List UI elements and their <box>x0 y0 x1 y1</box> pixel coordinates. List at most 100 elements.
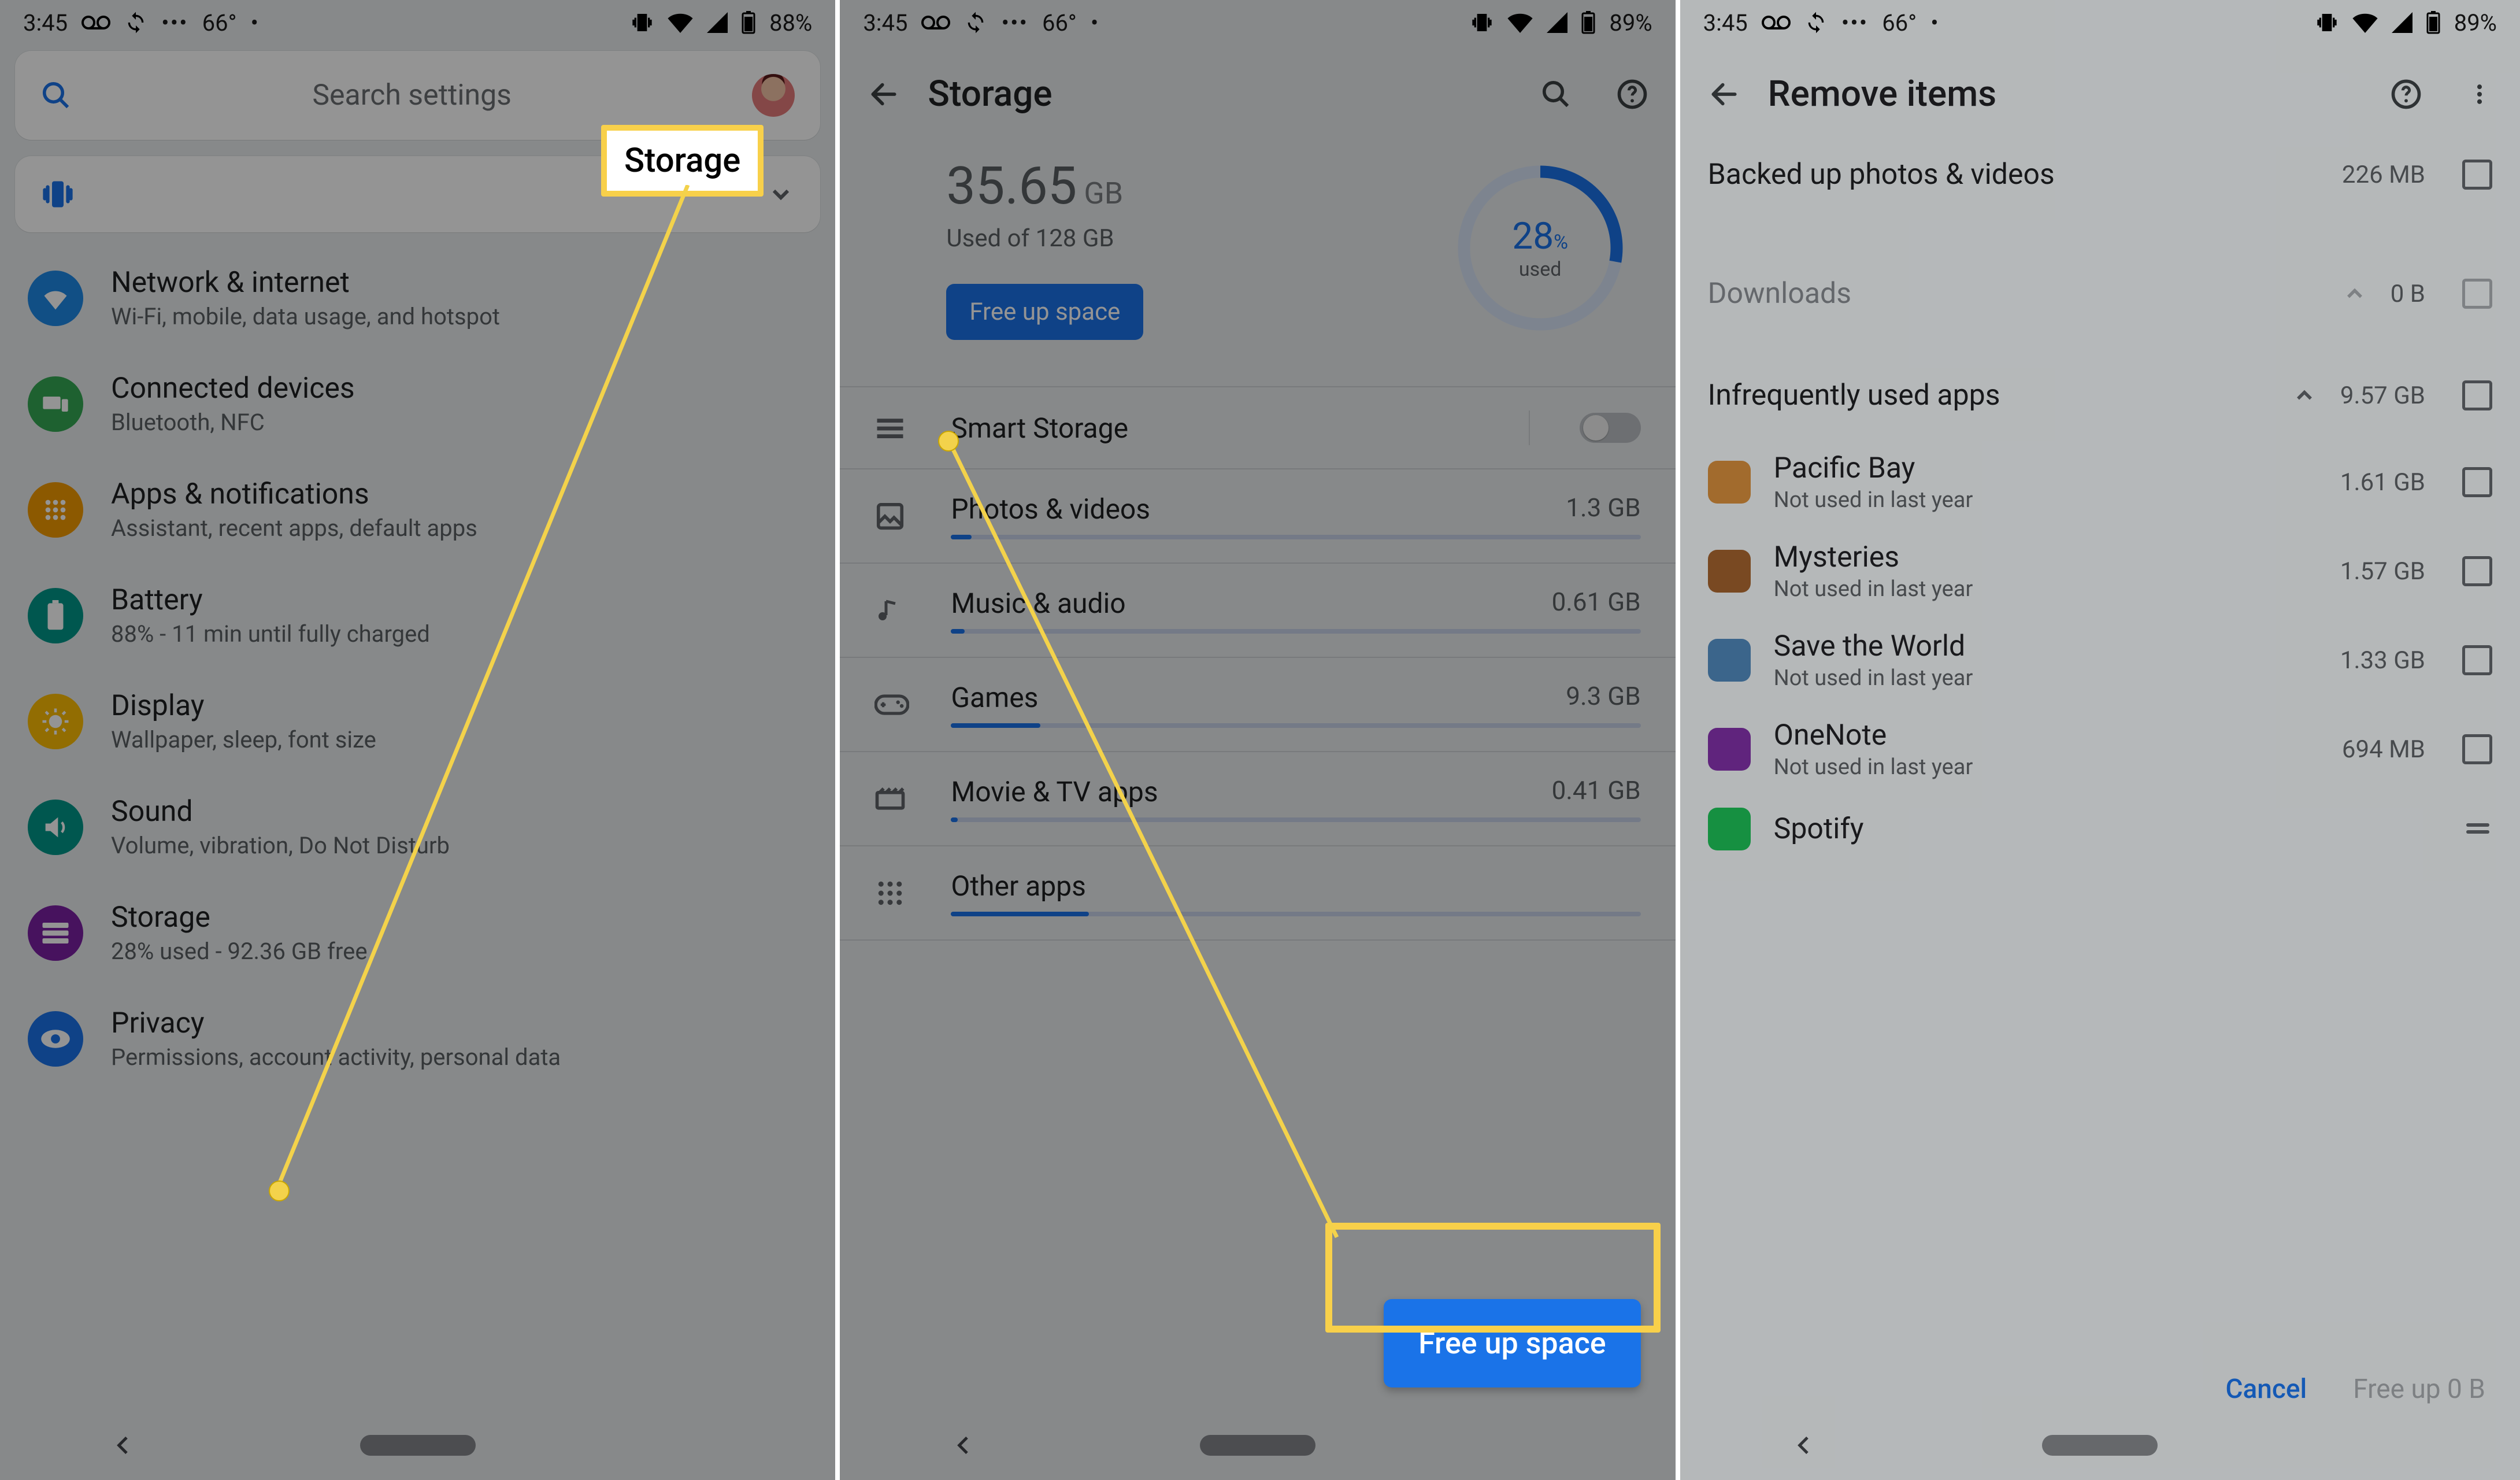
status-bar: 3:45 ••• 66° • 88% <box>0 0 835 43</box>
group-checkbox[interactable] <box>2462 160 2492 190</box>
nav-home-pill[interactable] <box>2042 1435 2158 1456</box>
settings-item-subtitle: Wi-Fi, mobile, data usage, and hotspot <box>111 303 807 330</box>
app-checkbox[interactable] <box>2462 645 2492 675</box>
cat-title: Movie & TV apps <box>951 775 1158 808</box>
battery-icon <box>1581 11 1595 34</box>
settings-item-wifi[interactable]: Network & internet Wi-Fi, mobile, data us… <box>0 245 835 351</box>
storage-cat-games[interactable]: Games9.3 GB <box>840 658 1675 752</box>
app-row[interactable]: Save the WorldNot used in last year1.33 … <box>1680 616 2520 705</box>
nav-back-icon[interactable] <box>112 1434 135 1457</box>
appbar: Storage <box>840 43 1675 132</box>
settings-item-title: Network & internet <box>111 266 807 299</box>
drag-handle-icon[interactable] <box>2463 821 2492 837</box>
help-icon[interactable] <box>1617 79 1648 110</box>
nav-home-pill[interactable] <box>360 1435 476 1456</box>
app-checkbox[interactable] <box>2462 556 2492 586</box>
remove-group[interactable]: Backed up photos & videos226 MB <box>1680 132 2520 217</box>
phone-settings: 3:45 ••• 66° • 88% <box>0 0 840 1480</box>
settings-item-apps[interactable]: Apps & notificationsAssistant, recent ap… <box>0 457 835 563</box>
wifi-icon <box>2352 12 2378 33</box>
status-time: 3:45 <box>23 9 68 36</box>
storage-cat-smart[interactable]: Smart Storage <box>840 387 1675 469</box>
group-size: 9.57 GB <box>2340 382 2425 410</box>
settings-item-storage[interactable]: Storage28% used - 92.36 GB free <box>0 880 835 986</box>
battery-icon <box>742 11 755 34</box>
app-checkbox[interactable] <box>2462 734 2492 764</box>
settings-item-title: Battery <box>111 583 807 617</box>
annotation-dot <box>269 1181 290 1201</box>
appbar-title: Remove items <box>1768 73 2363 115</box>
battery-icon <box>28 588 83 643</box>
phone-remove-items: 3:45 ••• 66° • 89% Remove items <box>1680 0 2520 1480</box>
settings-item-battery[interactable]: Battery88% - 11 min until fully charged <box>0 563 835 668</box>
settings-list: Network & internet Wi-Fi, mobile, data us… <box>0 240 835 1480</box>
apps-icon <box>28 482 83 538</box>
sync-icon <box>1804 11 1828 34</box>
app-checkbox[interactable] <box>2462 467 2492 497</box>
nav-back-icon[interactable] <box>1793 1434 1816 1457</box>
remove-apps: Pacific BayNot used in last year1.61 GBM… <box>1680 438 2520 864</box>
storage-cat-music[interactable]: Music & audio0.61 GB <box>840 564 1675 658</box>
nav-bar <box>0 1411 835 1480</box>
remove-group[interactable]: Downloads0 B <box>1680 251 2520 336</box>
back-icon[interactable] <box>868 78 900 110</box>
group-checkbox[interactable] <box>2462 380 2492 410</box>
appbar: Remove items <box>1680 43 2520 132</box>
app-row[interactable]: Spotify <box>1680 794 2520 864</box>
wifi-icon <box>1507 12 1533 33</box>
cancel-button[interactable]: Cancel <box>2225 1374 2307 1405</box>
storage-cat-other[interactable]: Other apps <box>840 846 1675 941</box>
cat-title: Music & audio <box>951 587 1125 620</box>
smart-storage-toggle[interactable] <box>1580 413 1641 443</box>
wifi-icon <box>28 271 83 326</box>
status-temp: 66° <box>1042 9 1077 36</box>
used-unit: GB <box>1084 176 1123 211</box>
settings-item-display[interactable]: DisplayWallpaper, sleep, font size <box>0 668 835 774</box>
voicemail-icon <box>921 14 950 31</box>
remove-group[interactable]: Infrequently used apps 9.57 GB <box>1680 353 2520 438</box>
storage-donut: 28% used <box>1454 161 1627 335</box>
music-icon <box>874 595 917 626</box>
status-temp: 66° <box>1882 9 1917 36</box>
storage-cat-photos[interactable]: Photos & videos1.3 GB <box>840 469 1675 564</box>
storage-cat-movie[interactable]: Movie & TV apps0.41 GB <box>840 752 1675 846</box>
other-icon <box>874 878 917 909</box>
app-row[interactable]: Pacific BayNot used in last year1.61 GB <box>1680 438 2520 527</box>
group-label: Infrequently used apps <box>1708 379 2269 412</box>
back-icon[interactable] <box>1708 78 1740 110</box>
more-icon[interactable] <box>2467 79 2492 110</box>
storage-bar <box>951 535 1640 539</box>
battery-icon <box>2426 11 2440 34</box>
status-dot: • <box>1930 9 1939 36</box>
group-checkbox[interactable] <box>2462 279 2492 309</box>
settings-item-subtitle: Assistant, recent apps, default apps <box>111 515 807 542</box>
footer-actions: Cancel Free up 0 B <box>2225 1374 2485 1405</box>
group-label: Backed up photos & videos <box>1708 158 2319 191</box>
app-row[interactable]: MysteriesNot used in last year1.57 GB <box>1680 527 2520 616</box>
group-label: Downloads <box>1708 277 2319 310</box>
settings-item-devices[interactable]: Connected devicesBluetooth, NFC <box>0 351 835 457</box>
free-up-button-disabled: Free up 0 B <box>2353 1374 2485 1405</box>
movie-icon <box>874 786 917 812</box>
settings-item-title: Privacy <box>111 1007 807 1040</box>
app-name: Save the World <box>1774 630 2317 663</box>
app-size: 1.33 GB <box>2340 646 2425 675</box>
nav-home-pill[interactable] <box>1200 1435 1315 1456</box>
app-name: Pacific Bay <box>1774 452 2317 485</box>
app-icon <box>1708 808 1751 850</box>
remove-groups: Backed up photos & videos226 MB Downloads… <box>1680 132 2520 438</box>
search-icon[interactable] <box>1540 79 1572 110</box>
settings-item-privacy[interactable]: PrivacyPermissions, account activity, pe… <box>0 986 835 1092</box>
settings-item-sound[interactable]: SoundVolume, vibration, Do Not Disturb <box>0 774 835 880</box>
chevron-up-icon <box>2342 281 2367 306</box>
free-up-space-button[interactable]: Free up space <box>946 284 1143 340</box>
help-icon[interactable] <box>2391 79 2422 110</box>
app-icon <box>1708 550 1751 593</box>
nav-back-icon[interactable] <box>953 1434 976 1457</box>
account-avatar[interactable] <box>752 74 795 117</box>
photos-icon <box>874 501 917 532</box>
settings-item-subtitle: Volume, vibration, Do Not Disturb <box>111 832 807 859</box>
status-battery-pct: 89% <box>1609 9 1652 36</box>
app-row[interactable]: OneNoteNot used in last year694 MB <box>1680 705 2520 794</box>
status-dots: ••• <box>1001 9 1028 36</box>
